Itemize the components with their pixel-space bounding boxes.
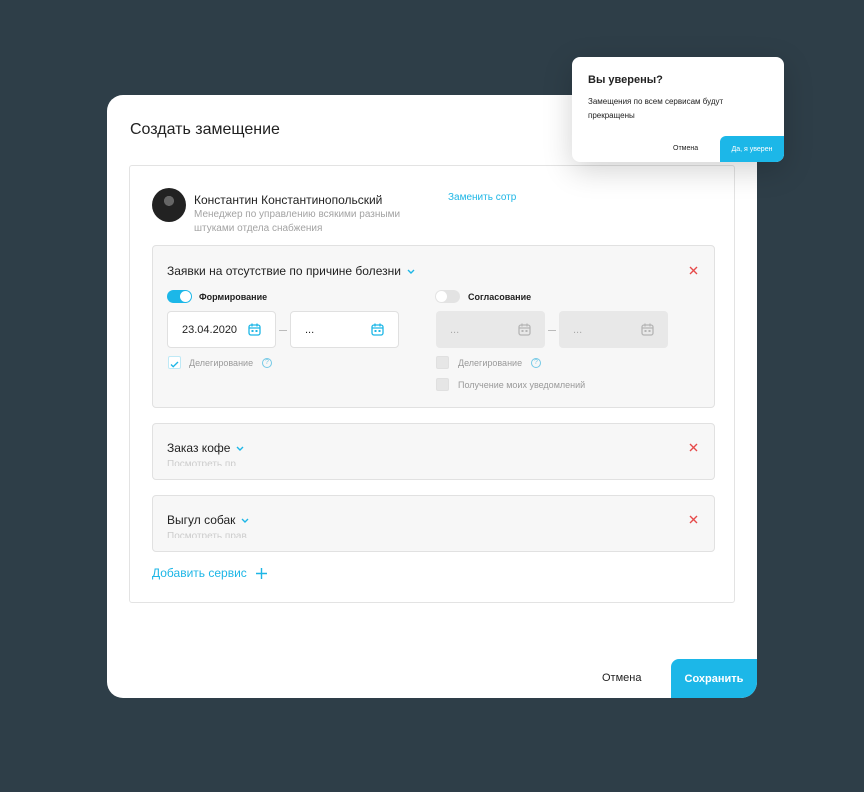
service-title: Выгул собак	[167, 513, 236, 527]
date-from-value: 23.04.2020	[182, 323, 238, 336]
service-view-rights: Посмотреть пр	[167, 459, 236, 466]
notifications-checkbox[interactable]	[436, 378, 449, 391]
employee-name: Константин Константинопольский	[194, 193, 383, 207]
confirm-popup: Вы уверены? Замещения по всем сервисам б…	[572, 57, 784, 162]
calendar-icon	[248, 323, 261, 336]
avatar	[152, 188, 186, 222]
chevron-down-icon	[236, 446, 244, 451]
close-icon[interactable]	[689, 515, 698, 524]
date-to-value: ...	[573, 323, 583, 336]
notifications-label: Получение моих уведомлений	[458, 380, 586, 390]
formation-delegation-label: Делегирование	[189, 358, 254, 368]
employee-role: Менеджер по управлению всякими разными ш…	[194, 209, 401, 234]
service-card-coffee: Заказ кофе Посмотреть пр	[152, 423, 715, 480]
modal-title: Создать замещение	[130, 121, 280, 138]
check-icon	[170, 361, 179, 368]
service-title: Заявки на отсутствие по причине болезни	[167, 264, 401, 278]
create-substitution-modal: Создать замещение Константин Константино…	[107, 95, 757, 698]
substitution-panel: Константин Константинопольский Менеджер …	[129, 165, 735, 603]
add-service-label: Добавить сервис	[152, 566, 247, 580]
service-card-sick-leave: Заявки на отсутствие по причине болезни …	[152, 245, 715, 408]
service-title-dropdown[interactable]: Заказ кофе	[167, 441, 244, 455]
chevron-down-icon	[407, 269, 415, 274]
service-title-dropdown[interactable]: Выгул собак	[167, 513, 249, 527]
service-title: Заказ кофе	[167, 441, 231, 455]
popup-confirm-button[interactable]: Да, я уверен	[720, 136, 784, 162]
date-range-dash	[279, 330, 287, 331]
help-icon[interactable]: ?	[531, 358, 541, 368]
plus-icon	[255, 567, 267, 579]
formation-delegation-checkbox[interactable]	[168, 356, 181, 369]
approval-toggle[interactable]	[435, 290, 460, 303]
replace-employee-link[interactable]: Заменить сотр	[448, 192, 516, 203]
approval-label: Согласование	[468, 292, 532, 302]
popup-cancel-button[interactable]: Отмена	[673, 145, 698, 152]
calendar-icon	[371, 323, 384, 336]
formation-label: Формирование	[199, 292, 268, 302]
date-to-value: ...	[305, 323, 315, 336]
close-icon[interactable]	[689, 266, 698, 275]
popup-message: Замещения по всем сервисам будут прекращ…	[588, 97, 724, 120]
save-button[interactable]: Сохранить	[671, 659, 757, 698]
close-icon[interactable]	[689, 443, 698, 452]
approval-date-to[interactable]: ...	[559, 311, 668, 348]
date-range-dash	[548, 330, 556, 331]
service-view-rights: Посмотреть прав	[167, 531, 247, 538]
popup-title: Вы уверены?	[588, 74, 663, 86]
formation-toggle[interactable]	[167, 290, 192, 303]
service-title-dropdown[interactable]: Заявки на отсутствие по причине болезни	[167, 264, 415, 278]
approval-delegation-checkbox[interactable]	[436, 356, 449, 369]
add-service-button[interactable]: Добавить сервис	[152, 566, 267, 580]
calendar-icon	[641, 323, 654, 336]
date-from-value: ...	[450, 323, 460, 336]
formation-date-from[interactable]: 23.04.2020	[167, 311, 276, 348]
approval-delegation-label: Делегирование	[458, 358, 523, 368]
cancel-button[interactable]: Отмена	[602, 672, 641, 684]
calendar-icon	[518, 323, 531, 336]
formation-date-to[interactable]: ...	[290, 311, 399, 348]
chevron-down-icon	[241, 518, 249, 523]
help-icon[interactable]: ?	[262, 358, 272, 368]
service-card-dog-walking: Выгул собак Посмотреть прав	[152, 495, 715, 552]
approval-date-from[interactable]: ...	[436, 311, 545, 348]
